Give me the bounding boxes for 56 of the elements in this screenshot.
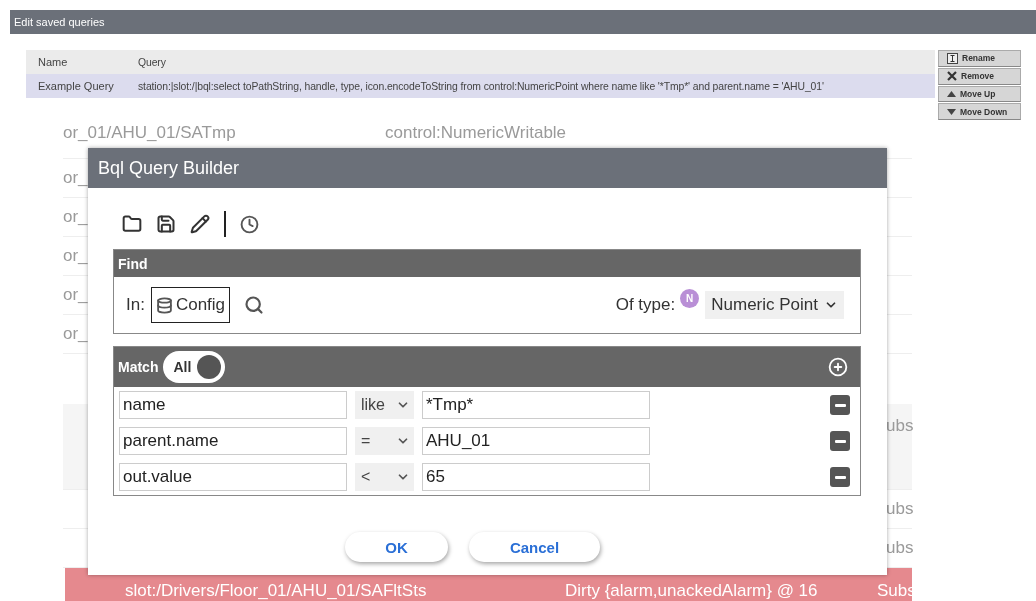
field-label: In:: [126, 295, 145, 315]
text-cursor-icon: [947, 52, 958, 64]
panel-title: Find: [118, 255, 148, 272]
query-row[interactable]: Example Query station:|slot:/|bql:select toPathString, handle, type, icon.encodeToString from control:NumericPoint where name like '*Tmp*' and parent.name = 'AHU_01': [26, 74, 935, 98]
save-icon[interactable]: [156, 214, 176, 234]
pencil-icon[interactable]: [190, 214, 210, 234]
table-cell-text: Dirty {alarm,unackedAlarm} @ 16: [565, 580, 819, 601]
field-label: Of type:: [615, 295, 676, 315]
panel-title: Match: [118, 359, 159, 375]
table-cell: or_: [63, 324, 88, 344]
remove-button[interactable]: [830, 431, 850, 451]
triangle-up-icon: [947, 90, 956, 97]
side-button[interactable]: Move Down: [938, 103, 1021, 120]
column-header: Query: [138, 56, 166, 68]
side-button[interactable]: Move Up: [938, 85, 1021, 103]
search-icon[interactable]: [244, 295, 265, 315]
input-field[interactable]: 65: [422, 463, 650, 491]
column-header: Name: [37, 56, 69, 68]
clock-icon[interactable]: [239, 214, 259, 234]
input-field[interactable]: *Tmp*: [422, 391, 650, 419]
table-cell-text: Example Query: [37, 80, 115, 92]
triangle-down-icon: [947, 108, 956, 115]
add-icon[interactable]: [828, 357, 848, 377]
table-cell: station:|slot:/|bql:select toPathString, handle, type, icon.encodeToString from control:NumericPoint where name like '*Tmp*' and parent.name = 'AHU_01': [138, 80, 824, 92]
remove-button[interactable]: [830, 395, 850, 415]
input-field[interactable]: out.value: [119, 463, 347, 491]
table-cell-text: slot:/Drivers/Floor_01/AHU_01/SAFltSts: [125, 580, 428, 601]
table-cell: or_: [63, 207, 88, 227]
match-toggle[interactable]: All: [163, 351, 226, 383]
input-field[interactable]: AHU_01: [422, 427, 650, 455]
table-cell: or_: [63, 285, 88, 305]
table-cell-text: or_01/AHU_01/SATmp: [63, 123, 237, 143]
dialog-title: Bql Query Builder: [88, 148, 887, 188]
side-button[interactable]: Remove: [938, 67, 1021, 85]
table-cell: or_: [63, 246, 88, 266]
operator-dropdown[interactable]: like: [355, 391, 414, 419]
database-icon: [155, 296, 173, 314]
table-cell: or_: [63, 168, 88, 188]
table-cell: control:NumericWritable: [385, 123, 567, 143]
ok-button[interactable]: OK: [345, 532, 448, 562]
operator-dropdown[interactable]: =: [355, 427, 414, 455]
close-icon: [947, 71, 957, 82]
panel-title-bar: Edit saved queries: [10, 10, 1036, 34]
side-button[interactable]: Rename: [938, 50, 1021, 67]
remove-button[interactable]: [830, 467, 850, 487]
table-cell: ubs: [886, 538, 912, 558]
source-selector[interactable]: Config: [150, 287, 231, 323]
cancel-button[interactable]: Cancel: [469, 532, 600, 562]
folder-icon[interactable]: [122, 214, 142, 234]
table-cell: ubs: [886, 499, 912, 519]
operator-dropdown[interactable]: <: [355, 463, 414, 491]
type-dropdown[interactable]: Numeric Point: [705, 291, 844, 319]
table-cell: ubs: [886, 416, 912, 436]
input-field[interactable]: parent.name: [119, 427, 347, 455]
input-field[interactable]: name: [119, 391, 347, 419]
type-badge: N: [680, 289, 700, 308]
